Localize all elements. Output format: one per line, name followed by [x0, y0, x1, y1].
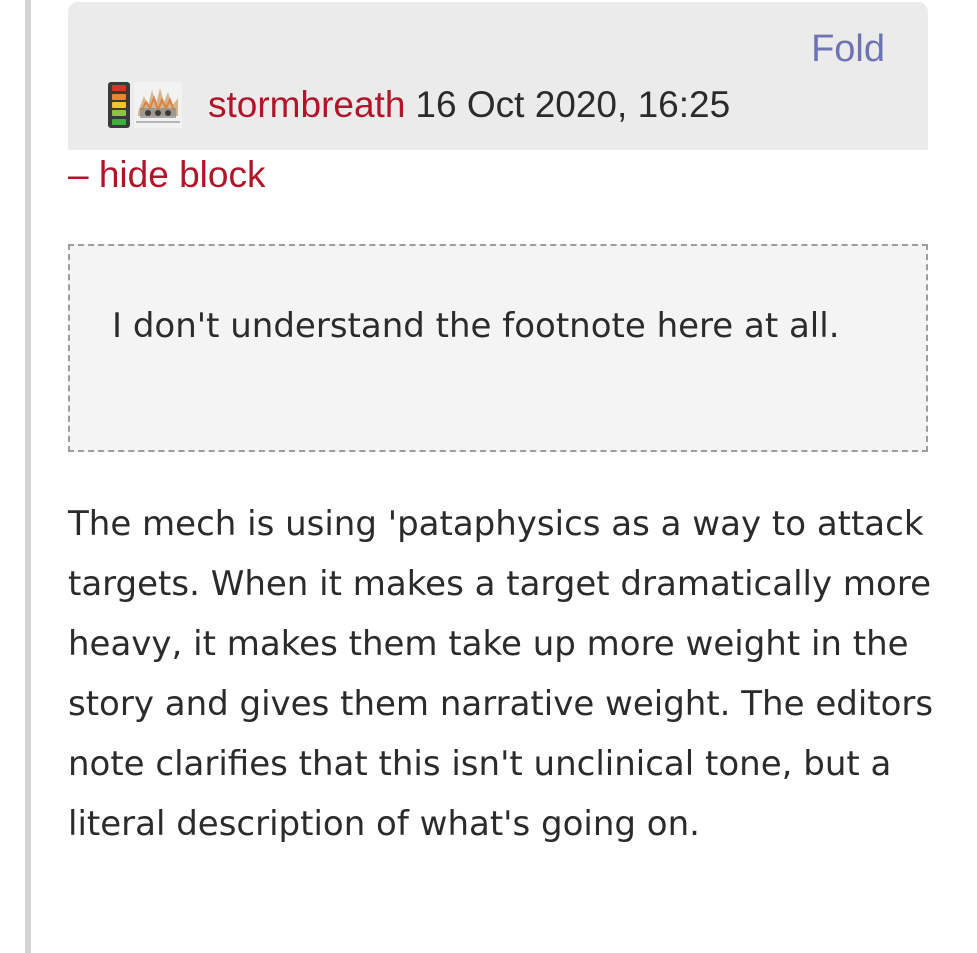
comment-body: The mech is using 'pataphysics as a way …: [68, 504, 934, 844]
thread-indent-line: [25, 0, 31, 953]
comment-header: Fold stormbreath 16 Oct 2020, 16:25: [68, 2, 928, 150]
quoted-text: I don't understand the footnote here at …: [112, 306, 840, 346]
author-username-link[interactable]: stormbreath: [208, 84, 405, 126]
hide-block-toggle[interactable]: – hide block: [68, 154, 265, 196]
rating-meter-icon: [108, 82, 130, 128]
comment-timestamp: 16 Oct 2020, 16:25: [415, 84, 731, 125]
user-avatar[interactable]: [134, 82, 182, 128]
fold-link[interactable]: Fold: [811, 28, 885, 71]
quoted-block: I don't understand the footnote here at …: [68, 244, 928, 452]
comment-meta: stormbreath 16 Oct 2020, 16:25: [108, 80, 730, 130]
